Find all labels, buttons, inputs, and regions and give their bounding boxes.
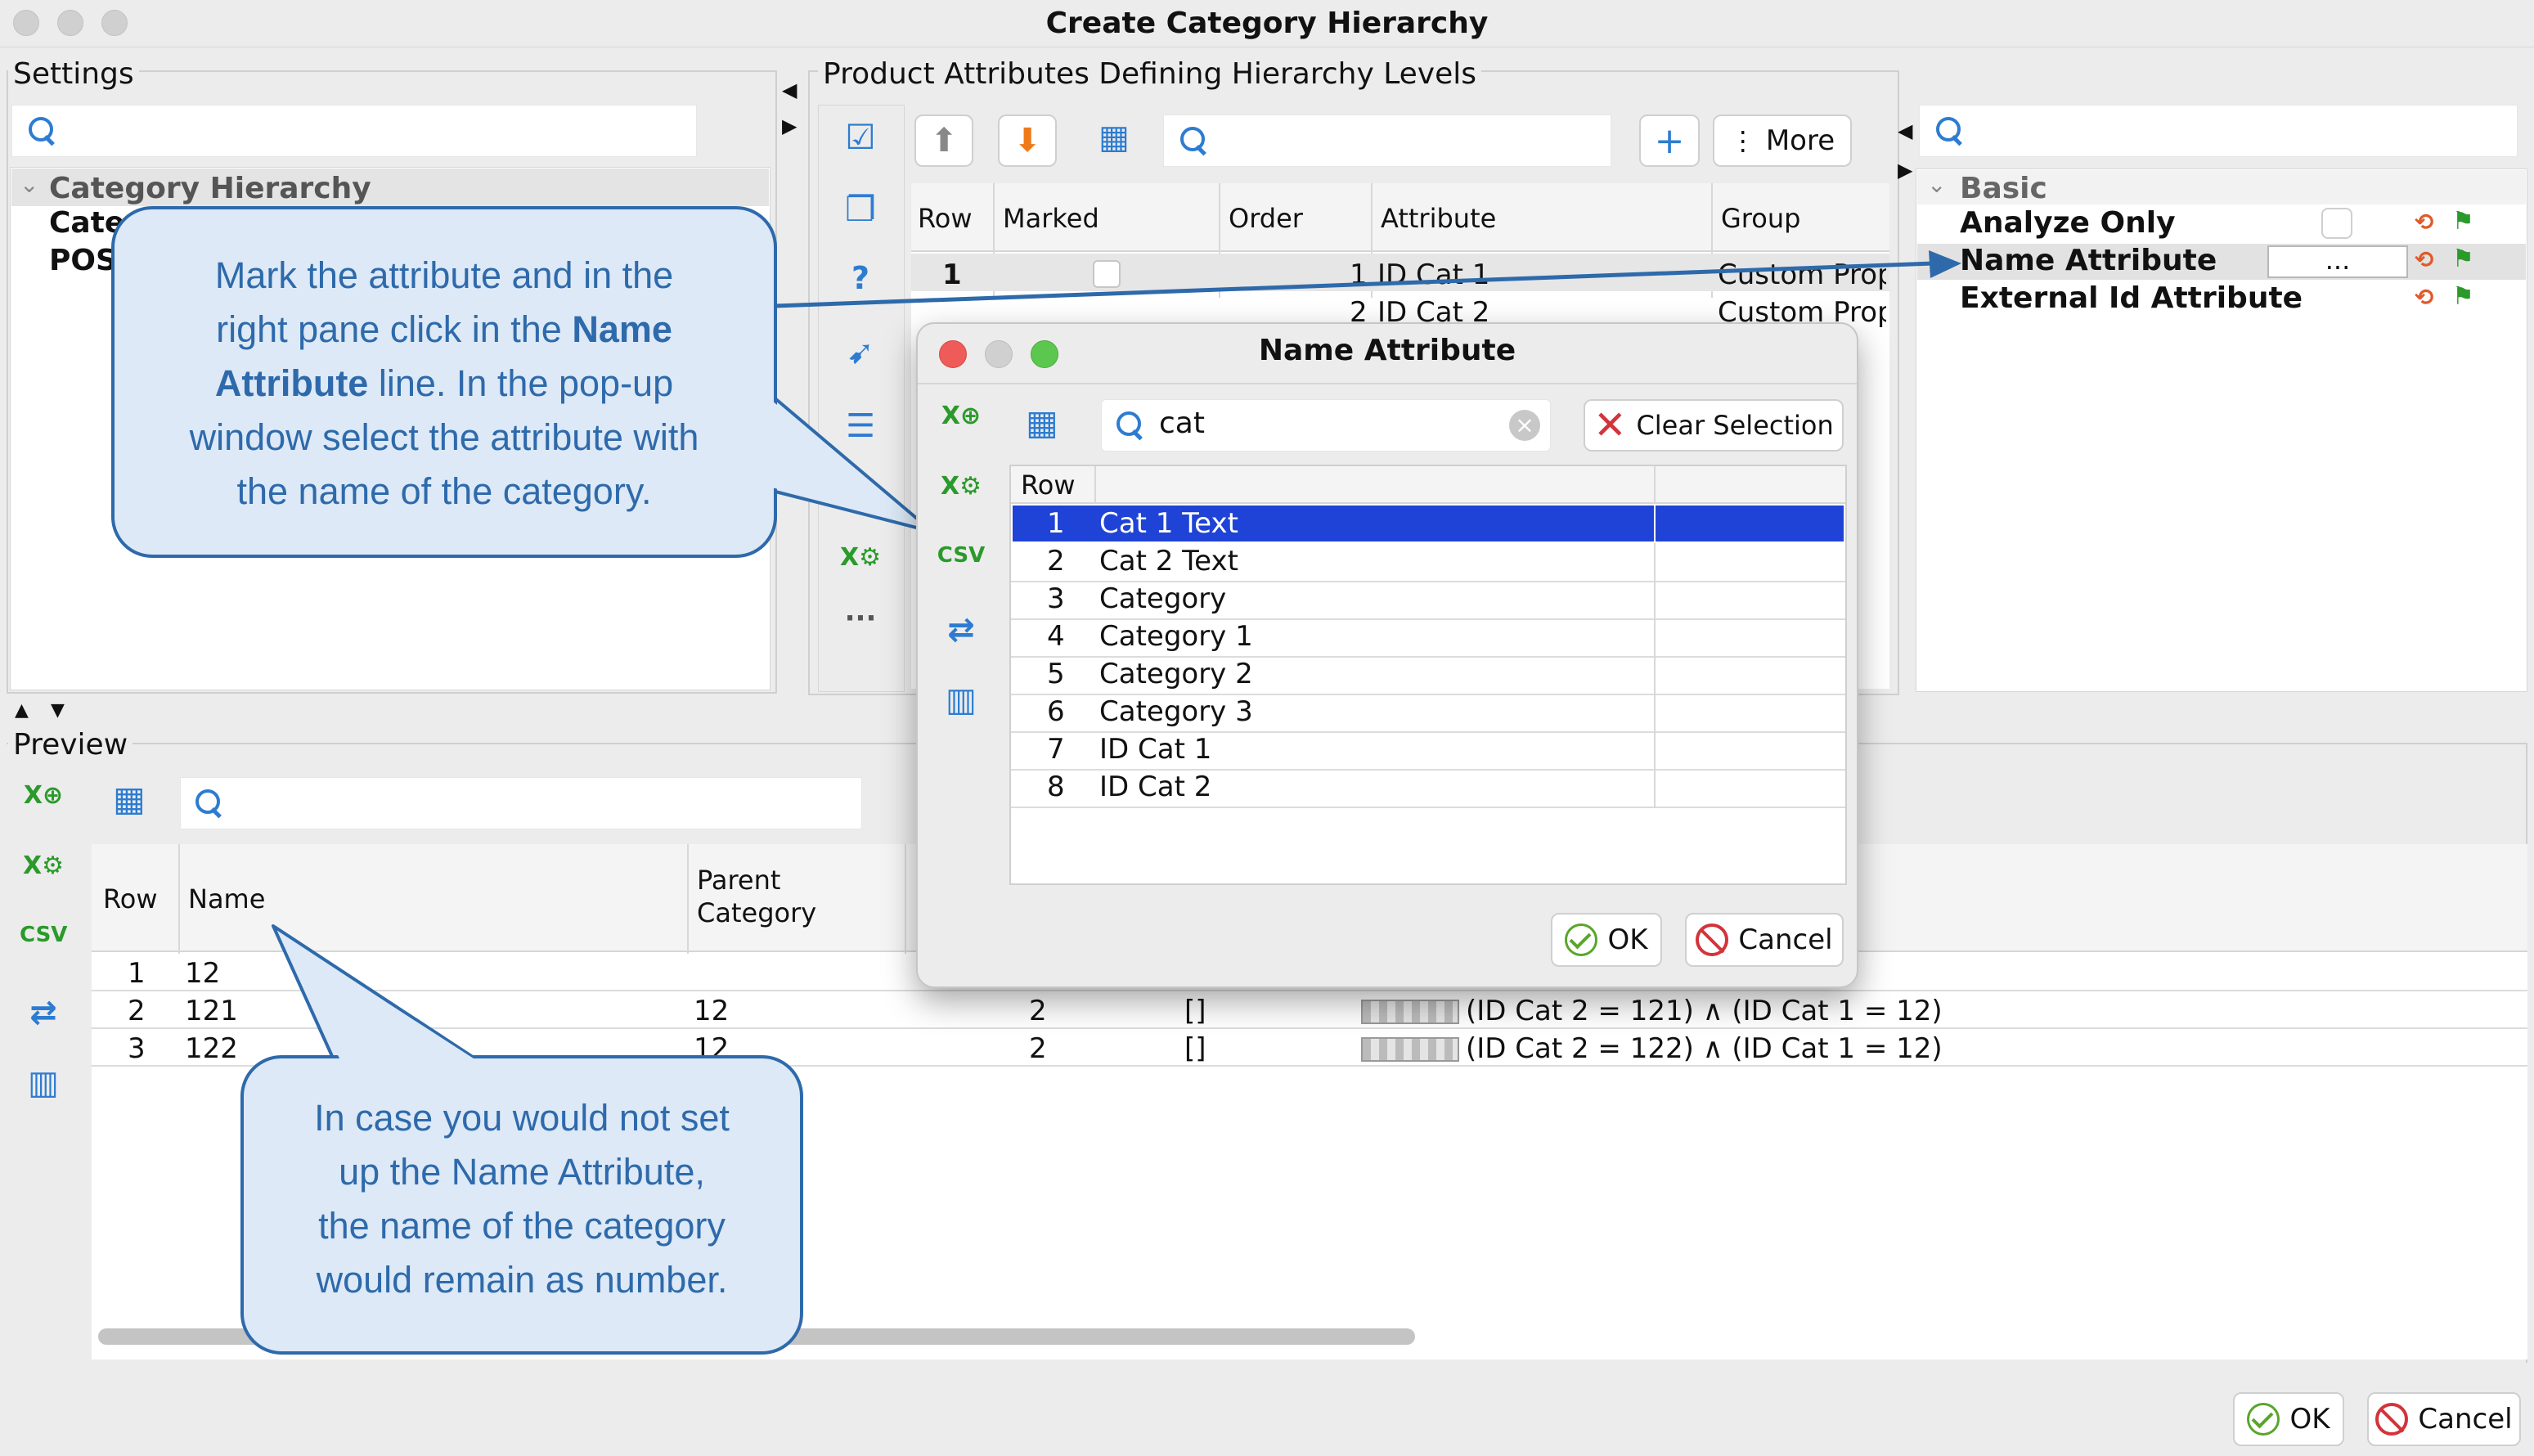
attribute-list-header (1011, 466, 1845, 504)
chart-icon[interactable]: ▥ (939, 684, 983, 717)
attribute-name[interactable]: Category 1 (1099, 620, 1253, 653)
search-icon (1116, 411, 1144, 439)
transfer-icon[interactable]: ⇄ (939, 613, 983, 646)
excel-settings-icon[interactable]: X⚙ (939, 474, 983, 499)
check-circle-icon (1565, 923, 1598, 956)
csv-export-icon[interactable]: CSV (936, 545, 986, 566)
attribute-name[interactable]: Category 2 (1099, 658, 1253, 690)
clear-search-icon[interactable]: × (1509, 410, 1540, 441)
attribute-name[interactable]: Category (1099, 582, 1226, 615)
row-number: 5 (1047, 658, 1065, 690)
search-value: cat (1159, 407, 1205, 440)
x-icon: ✕ (1593, 402, 1627, 448)
cancel-label: Cancel (1738, 923, 1833, 956)
name-attribute-dialog: Name Attribute X⊕ X⚙ CSV ⇄ ▥ ▦ cat × ✕ C… (916, 322, 1858, 988)
attribute-name[interactable]: ID Cat 2 (1099, 771, 1211, 803)
attribute-name[interactable]: ID Cat 1 (1099, 733, 1211, 766)
table-settings-icon[interactable]: ▦ (1019, 406, 1065, 440)
row-number: 7 (1047, 733, 1065, 766)
dialog-ok-button[interactable]: OK (1551, 913, 1662, 967)
ok-label: OK (1607, 923, 1648, 956)
attribute-name[interactable]: Category 3 (1099, 695, 1253, 728)
row-number: 2 (1047, 545, 1065, 577)
row-number: 4 (1047, 620, 1065, 653)
dialog-title: Name Attribute (1258, 334, 1516, 367)
row-number: 6 (1047, 695, 1065, 728)
row-number: 8 (1047, 771, 1065, 803)
cancel-icon (1696, 923, 1729, 956)
clear-selection-button[interactable]: ✕ Clear Selection (1584, 399, 1844, 452)
row-number: 3 (1047, 582, 1065, 615)
clear-selection-label: Clear Selection (1636, 410, 1834, 441)
dialog-search-input[interactable]: cat × (1101, 399, 1551, 452)
row-number: 1 (1047, 507, 1065, 540)
attribute-name: Cat 1 Text (1099, 507, 1238, 540)
column-header-row[interactable]: Row (1021, 470, 1076, 501)
dialog-cancel-button[interactable]: Cancel (1685, 913, 1844, 967)
import-icon[interactable]: X⊕ (939, 404, 983, 429)
attribute-name[interactable]: Cat 2 Text (1099, 545, 1238, 577)
